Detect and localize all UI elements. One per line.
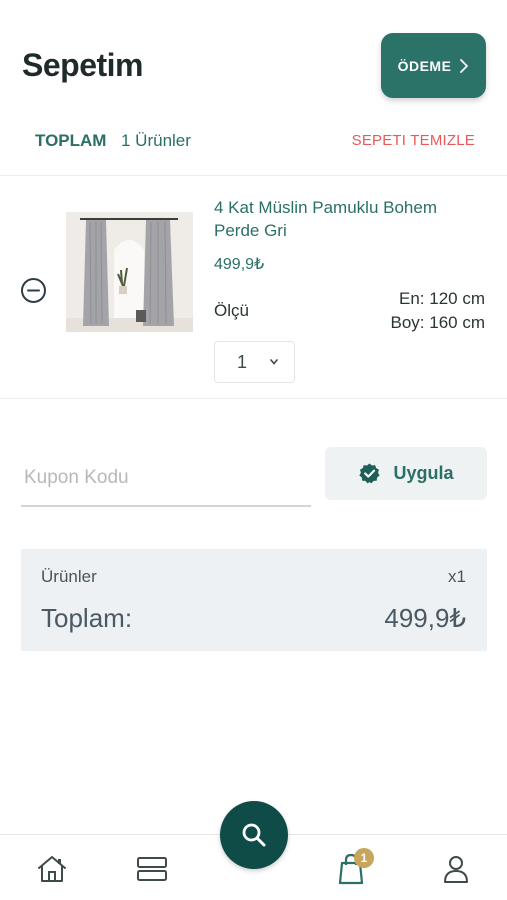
search-button[interactable] <box>220 801 288 869</box>
size-height: Boy: 160 cm <box>390 313 486 332</box>
header: Sepetim ÖDEME <box>0 0 507 120</box>
quantity-select[interactable]: 1 <box>214 341 295 383</box>
product-price: 499,9₺ <box>214 256 265 273</box>
verified-check-icon <box>359 463 381 484</box>
cart-item: 4 Kat Müslin Pamuklu Bohem Perde Gri 499… <box>0 176 507 398</box>
grand-total-value: 499,9₺ <box>384 603 466 633</box>
cart-count-badge: 1 <box>354 848 374 868</box>
checkout-button-label: ÖDEME <box>397 57 452 74</box>
nav-categories[interactable] <box>136 853 168 885</box>
product-image[interactable] <box>66 212 193 332</box>
nav-home[interactable] <box>36 853 68 885</box>
search-icon <box>242 823 266 847</box>
size-label: Ölçü <box>214 301 249 320</box>
chevron-right-icon <box>460 58 469 73</box>
coupon-code-input[interactable] <box>21 450 311 507</box>
checkout-button[interactable]: ÖDEME <box>381 33 486 98</box>
divider <box>0 398 507 399</box>
products-qty: x1 <box>448 567 466 586</box>
apply-coupon-button[interactable]: Uygula <box>325 447 487 500</box>
user-icon <box>444 856 468 883</box>
quantity-value: 1 <box>237 351 248 372</box>
products-label: Ürünler <box>41 567 97 586</box>
clear-cart-button[interactable]: SEPETI TEMIZLE <box>352 132 475 149</box>
order-totals: Ürünler x1 Toplam: 499,9₺ <box>21 549 487 651</box>
home-icon <box>38 856 66 882</box>
page-title: Sepetim <box>22 47 143 83</box>
product-name[interactable]: 4 Kat Müslin Pamuklu Bohem Perde Gri <box>214 196 484 242</box>
item-count: 1 Ürünler <box>121 131 191 150</box>
remove-item-icon[interactable] <box>20 277 47 304</box>
nav-account[interactable] <box>440 853 472 885</box>
chevron-down-icon <box>270 359 278 365</box>
categories-icon <box>137 857 167 881</box>
cart-summary-row: TOPLAM 1 Ürünler SEPETI TEMIZLE <box>0 128 507 154</box>
total-label: TOPLAM <box>35 131 107 150</box>
grand-total-label: Toplam: <box>41 603 133 633</box>
apply-coupon-label: Uygula <box>393 463 454 483</box>
size-width: En: 120 cm <box>399 289 485 308</box>
